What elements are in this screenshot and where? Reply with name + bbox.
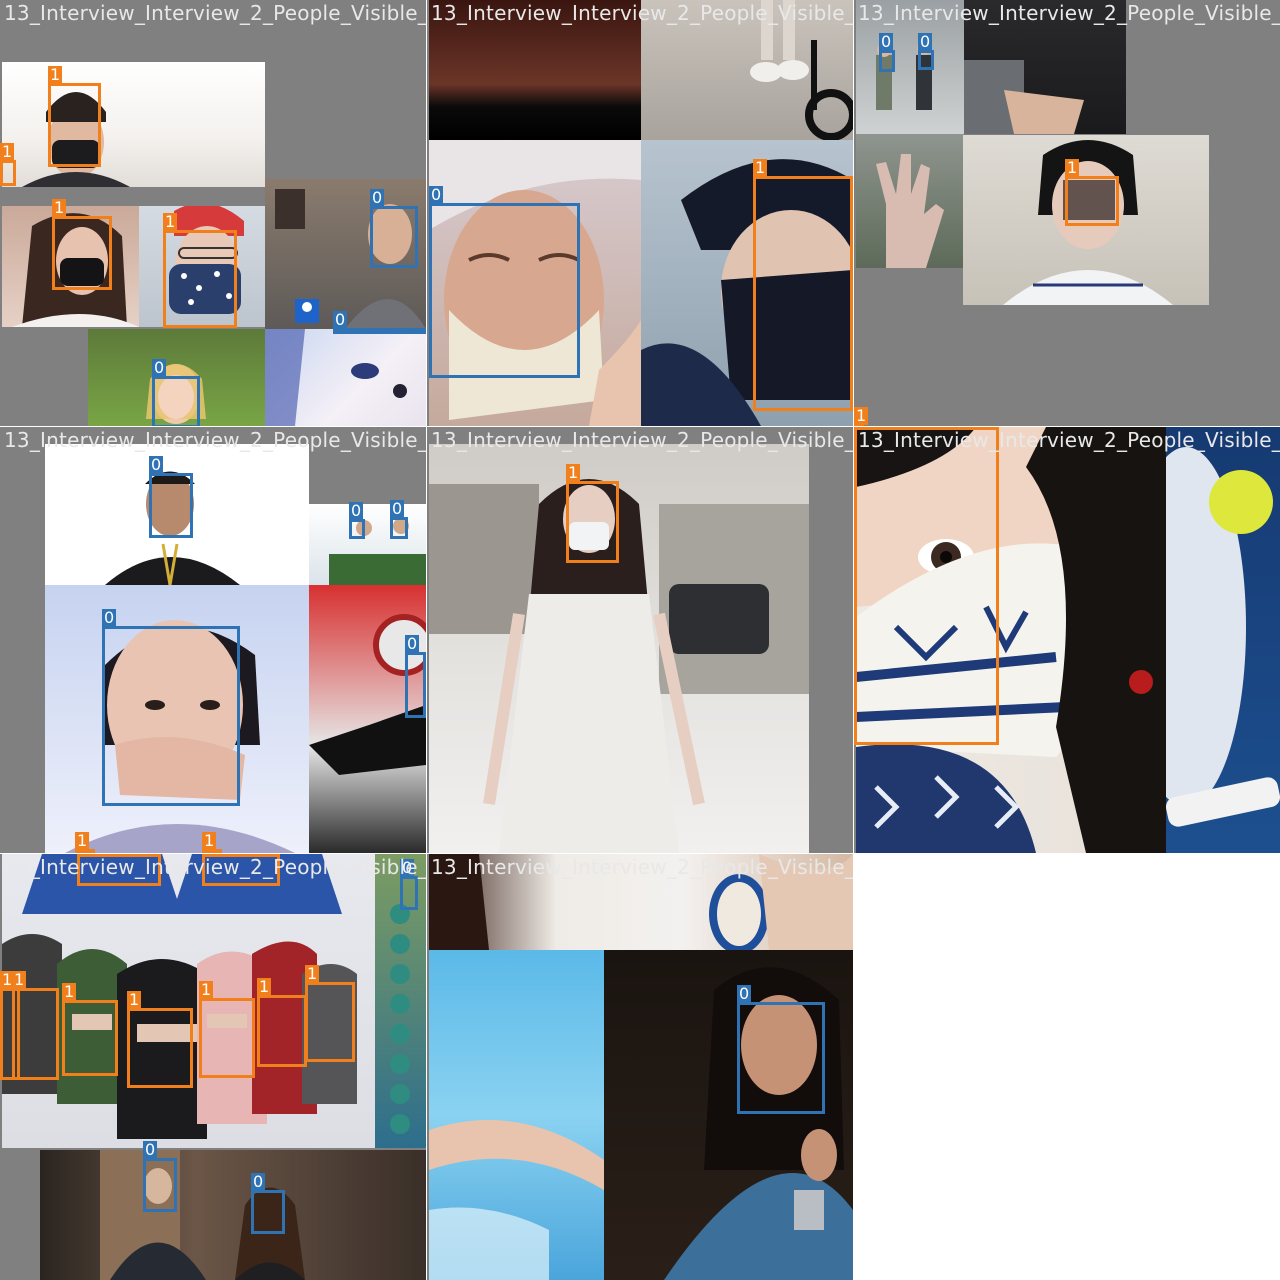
tile-title: 13_Interview_Interview_2_People_Visible_: [431, 1, 853, 25]
bbox-class-1: 1: [854, 407, 869, 426]
bbox-class-0: 0: [405, 635, 426, 718]
bbox-class-1: 1: [1065, 159, 1119, 226]
tile-7: 13_Interview_Interview_2_People_Visible_…: [0, 854, 426, 1280]
bbox-class-1: 1: [0, 143, 16, 186]
bbox-class-0: 0: [370, 189, 418, 268]
bbox-class-0: 0: [737, 985, 825, 1114]
bbox-label: 1: [854, 406, 869, 425]
bbox-label: 1: [202, 831, 217, 850]
bbox-label: 0: [333, 310, 348, 329]
bbox-class-0: 0: [349, 502, 365, 539]
bbox-label: 0: [370, 188, 385, 207]
bbox-label: 1: [163, 212, 178, 231]
bbox-class-1: 1: [854, 427, 999, 745]
tile-8: 13_Interview_Interview_2_People_Visible_…: [427, 854, 853, 1280]
tile-6: 13_Interview_Interview_2_People_Visible_…: [854, 427, 1280, 853]
bbox-class-1: 1: [127, 991, 193, 1088]
photo-royal-couple: [40, 1150, 426, 1280]
bbox-label: 1: [753, 158, 768, 177]
bbox-label: 0: [251, 1172, 266, 1191]
bbox-label: 1: [52, 198, 67, 217]
bbox-class-0: 0: [390, 500, 408, 539]
tile-1: 13_Interview_Interview_2_People_Visible_: [0, 0, 426, 426]
tile-title: 13_Interview_Interview_2_People_Visible_: [4, 428, 426, 452]
photo-red-background: [309, 585, 426, 853]
bbox-label: 1: [1065, 158, 1080, 177]
photo-group-sofa: [309, 504, 426, 585]
bbox-class-0: 0: [918, 33, 934, 70]
bbox-label: 1: [127, 990, 142, 1009]
tile-2: 13_Interview_Interview_2_People_Visible_: [427, 0, 853, 426]
bbox-class-1: 1: [12, 971, 59, 1080]
bbox-label: 0: [879, 32, 894, 51]
bbox-label: 1: [12, 970, 27, 989]
bbox-class-0: 0: [251, 1173, 285, 1234]
scene-illustration: [309, 614, 426, 775]
bbox-label: 0: [429, 185, 444, 204]
bbox-class-1: 1: [305, 965, 355, 1062]
photo-tennis: [1166, 427, 1280, 853]
person-illustration: [429, 479, 809, 853]
bbox-class-0: 0: [333, 311, 426, 334]
tile-title: 13_Interview_Interview_2_People_Visible_: [858, 1, 1280, 25]
bbox-label: 1: [305, 964, 320, 983]
bbox-label: 0: [918, 32, 933, 51]
water-illustration: [429, 1120, 604, 1280]
bbox-label: 1: [48, 65, 63, 84]
bbox-label: 1: [199, 980, 214, 999]
bbox-class-1: 1: [753, 159, 853, 411]
photo-hand: [856, 134, 963, 268]
person-illustration: [265, 329, 407, 426]
tile-4: 13_Interview_Interview_2_People_Visible_: [0, 427, 426, 853]
bbox-class-1: 1: [257, 978, 307, 1067]
tile-5: 13_Interview_Interview_2_People_Visible_…: [427, 427, 853, 853]
people-illustration: [100, 1150, 305, 1280]
photo-eye-closeup: [265, 329, 426, 426]
bbox-class-0: 0: [879, 33, 895, 72]
bbox-label: 0: [152, 358, 167, 377]
bbox-label: 1: [62, 982, 77, 1001]
tile-3: 13_Interview_Interview_2_People_Visible_…: [854, 0, 1280, 426]
bbox-class-1: 1: [199, 981, 255, 1078]
bbox-label: 0: [390, 499, 405, 518]
bbox-label: 1: [75, 831, 90, 850]
bbox-class-0: 0: [102, 609, 240, 806]
person-illustration: [22, 92, 130, 187]
photo-white-dress: [429, 444, 809, 853]
bbox-label: 1: [257, 977, 272, 996]
bbox-class-1: 1: [48, 66, 101, 167]
photo-blue-top: [604, 950, 853, 1280]
bbox-label: 0: [349, 501, 364, 520]
bbox-label: 0: [143, 1140, 158, 1159]
bbox-class-1: 1: [52, 199, 112, 290]
bbox-label: 1: [566, 463, 581, 482]
bbox-label: 0: [102, 608, 117, 627]
people-illustration: [329, 518, 426, 585]
tile-title: 13_Interview_Interview_2_People_Visible_: [858, 428, 1280, 452]
bbox-class-0: 0: [400, 859, 418, 910]
bbox-class-0: 0: [143, 1141, 177, 1212]
bbox-label: 1: [0, 142, 15, 161]
tile-title: 13_Interview_Interview_2_People_Visible_: [431, 428, 853, 452]
bbox-class-1: 1: [163, 213, 237, 328]
tile-title: 13_Interview_Interview_2_People_Visible_: [4, 855, 426, 879]
bbox-label: 0: [737, 984, 752, 1003]
bbox-class-0: 0: [429, 186, 580, 378]
bbox-class-1: 1: [75, 832, 95, 853]
person-illustration: [664, 967, 853, 1280]
photo-underwater: [429, 950, 604, 1280]
bbox-class-0: 0: [152, 359, 200, 426]
bbox-class-1: 1: [202, 832, 222, 853]
tennis-illustration: [1166, 447, 1280, 827]
hand-illustration: [876, 154, 944, 268]
bbox-label: 0: [149, 455, 164, 474]
bbox-label: 0: [405, 634, 420, 653]
tile-title: 13_Interview_Interview_2_People_Visible_: [4, 1, 426, 25]
bbox-class-0: 0: [149, 456, 193, 538]
bbox-class-1: 1: [62, 983, 118, 1076]
photo-masked-man: [2, 62, 265, 187]
bbox-class-1: 1: [566, 464, 619, 563]
tile-title: 13_Interview_Interview_2_People_Visible_: [431, 855, 853, 879]
